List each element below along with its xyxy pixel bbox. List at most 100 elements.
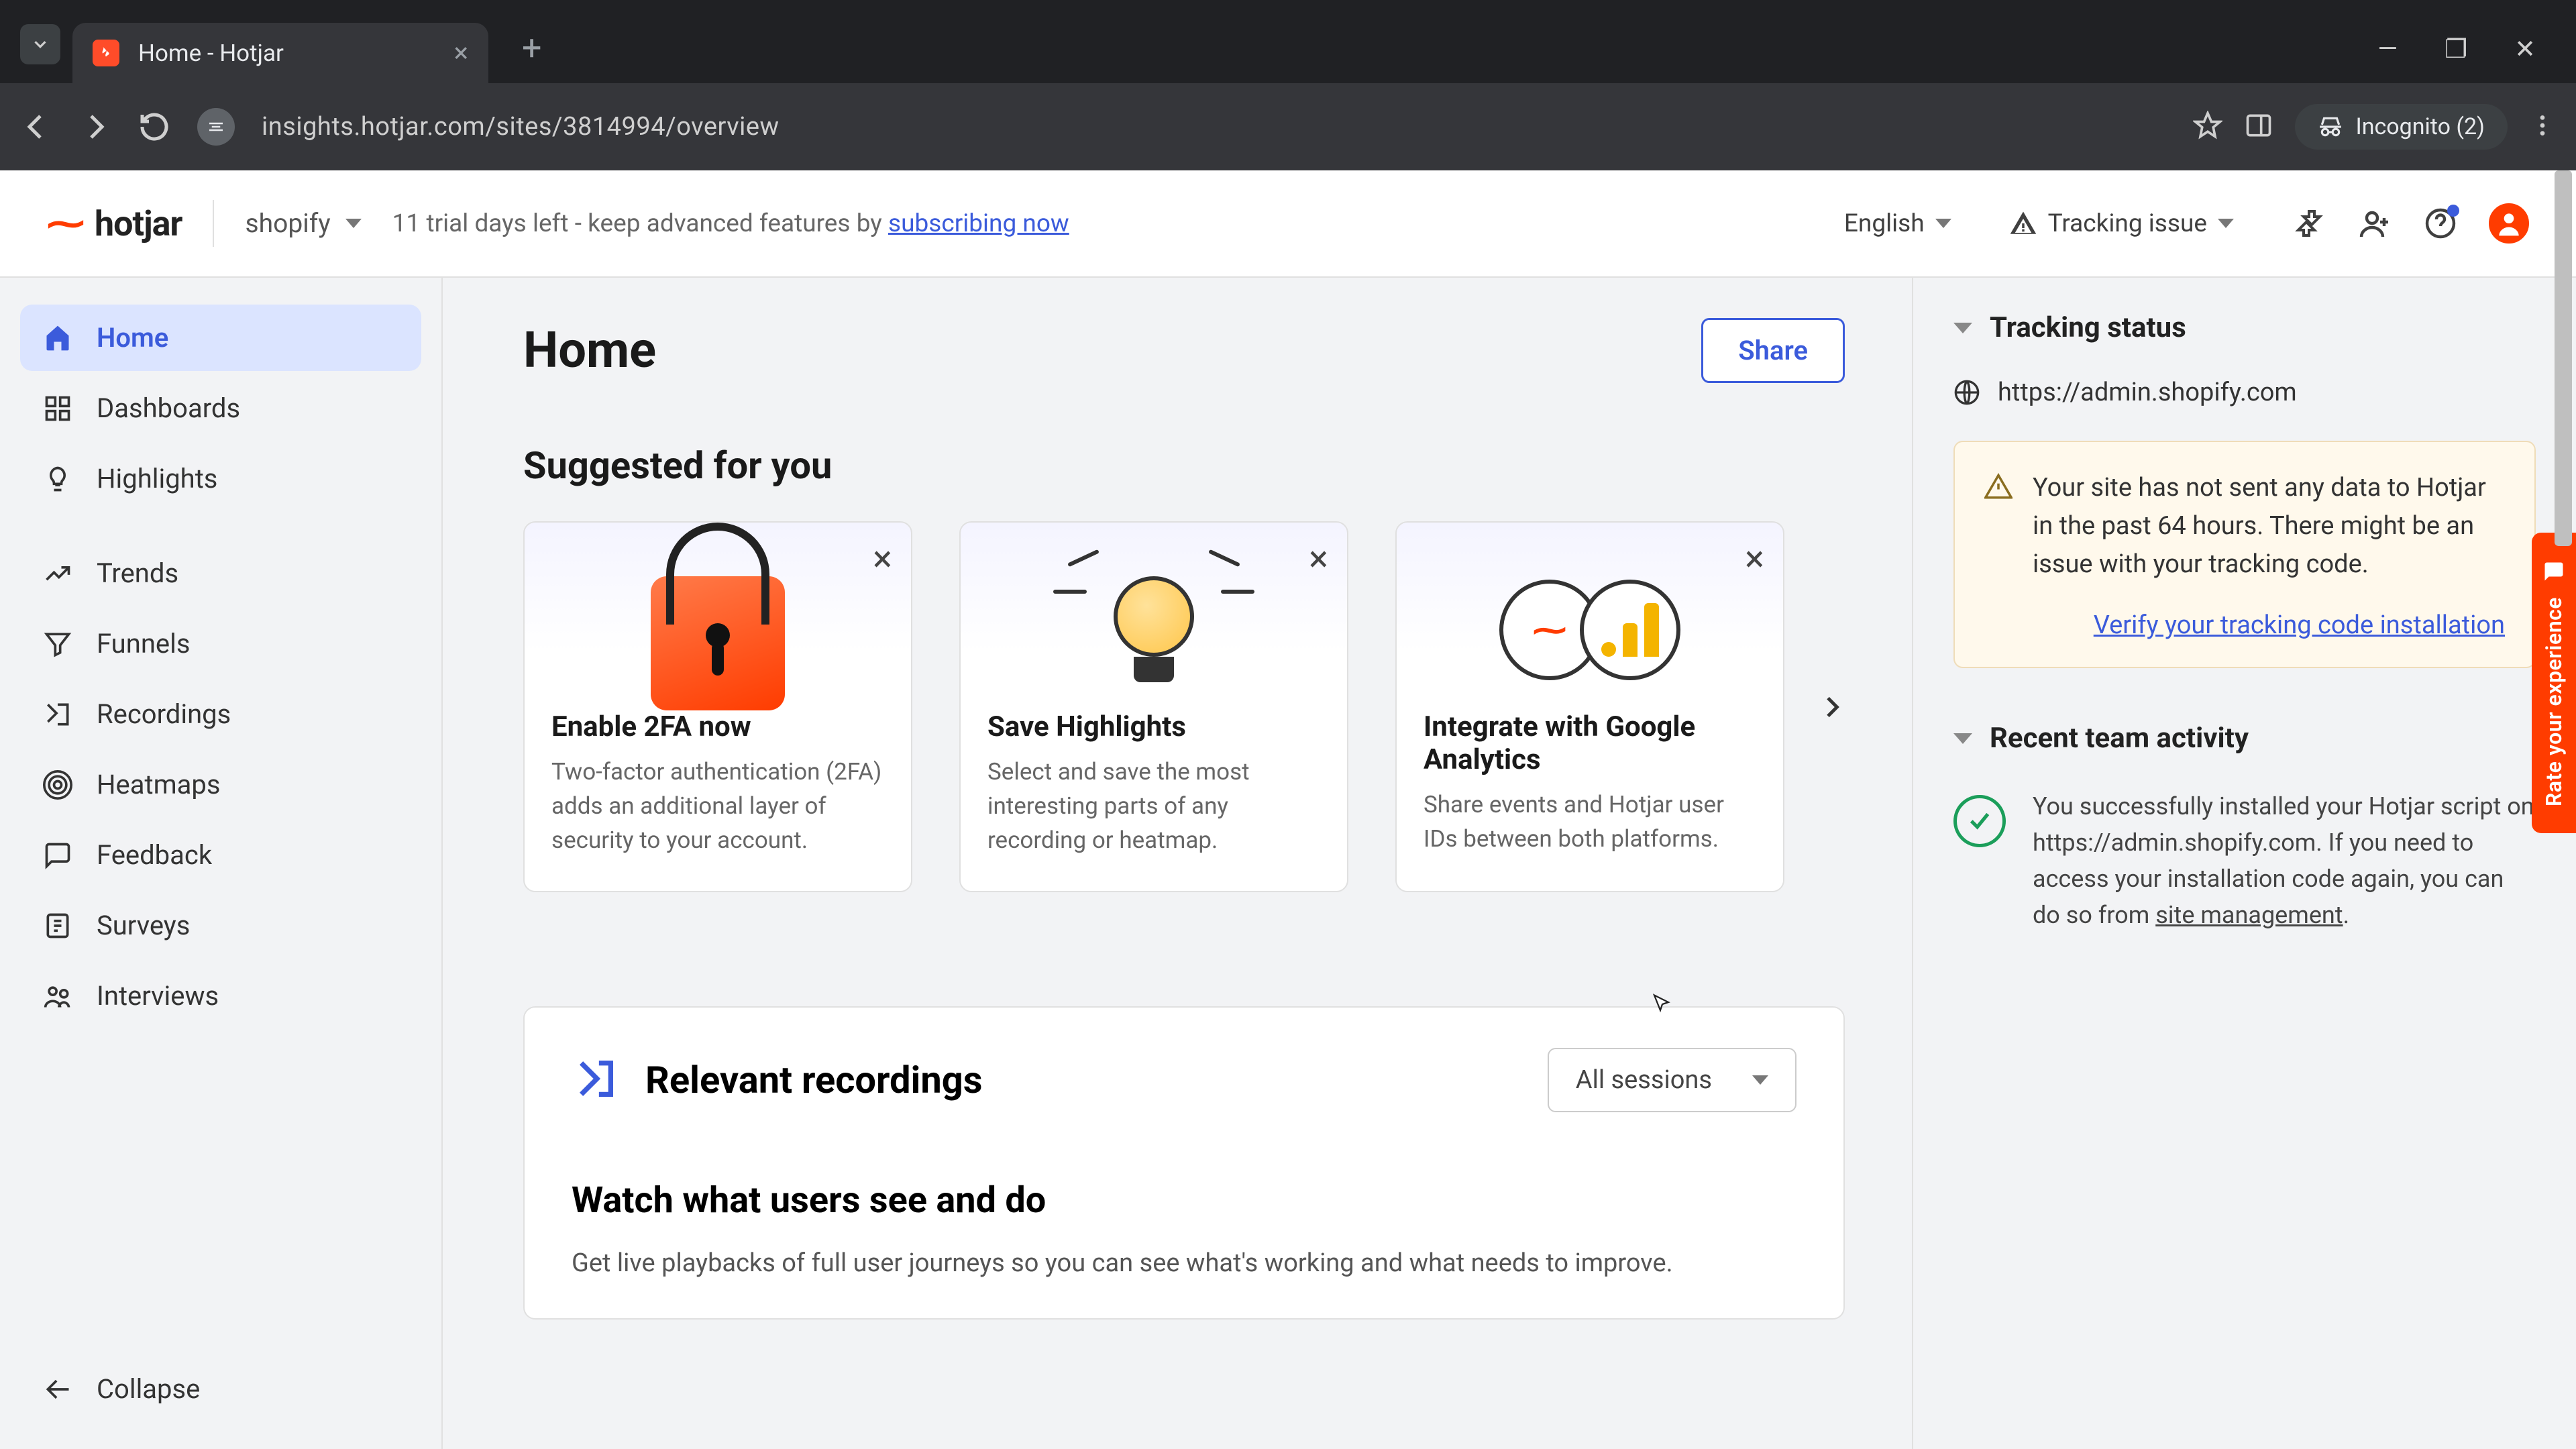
suggestion-card-ga[interactable]: × ⁓ Integrate with Google Analytics Shar… [1395,521,1784,892]
suggestion-card-highlights[interactable]: × Sav [959,521,1348,892]
side-panel-icon[interactable] [2244,111,2273,143]
dashboard-icon [43,394,72,423]
reload-button[interactable] [138,111,170,143]
app-header: ⁓ hotjar shopify 11 trial days left - ke… [0,170,2576,278]
close-icon[interactable]: × [1745,541,1764,578]
hotjar-flame-icon: ⁓ [47,201,84,246]
warning-triangle-icon [2009,209,2037,237]
sessions-selector[interactable]: All sessions [1548,1048,1796,1112]
site-url-text: https://admin.shopify.com [1998,378,2297,407]
funnel-icon [43,629,72,659]
incognito-indicator[interactable]: Incognito (2) [2295,104,2508,150]
heatmap-icon [43,770,72,800]
sidebar-label: Home [97,322,168,354]
interviews-icon [43,981,72,1011]
lock-illustration-icon [551,549,884,710]
sidebar-item-highlights[interactable]: Highlights [20,445,421,512]
collapse-sidebar-button[interactable]: Collapse [20,1356,421,1422]
sidebar-item-funnels[interactable]: Funnels [20,610,421,677]
caret-down-icon [1935,219,1951,228]
tracking-issue-label: Tracking issue [2048,209,2207,238]
tab-search-button[interactable] [20,24,60,64]
card-desc: Share events and Hotjar user IDs between… [1424,788,1756,857]
recent-activity-label: Recent team activity [1990,722,2249,755]
window-minimize-icon[interactable]: ― [2377,34,2398,64]
recordings-desc: Get live playbacks of full user journeys… [572,1248,1796,1278]
user-avatar[interactable] [2489,203,2529,244]
site-selector[interactable]: shopify [245,208,361,239]
sidebar-label: Trends [97,557,178,589]
site-selector-label: shopify [245,208,330,239]
hotjar-logo[interactable]: ⁓ hotjar [47,201,182,246]
browser-menu-icon[interactable] [2529,112,2556,142]
forward-button[interactable] [79,111,111,143]
new-tab-button[interactable]: + [522,28,542,68]
sidebar-label: Feedback [97,839,212,871]
close-icon[interactable]: × [873,541,892,578]
sidebar-item-interviews[interactable]: Interviews [20,963,421,1029]
lightbulb-icon [43,464,72,494]
sidebar-item-dashboards[interactable]: Dashboards [20,375,421,441]
suggestion-card-2fa[interactable]: × Enable 2FA now Two-factor authenticati… [523,521,912,892]
address-bar[interactable]: insights.hotjar.com/sites/3814994/overvi… [262,112,2166,142]
carousel-next-button[interactable] [1811,687,1851,727]
bookmark-star-icon[interactable] [2193,111,2222,143]
help-icon[interactable] [2423,206,2458,241]
surveys-icon [43,911,72,941]
right-panel: Tracking status https://admin.shopify.co… [1912,278,2576,1449]
card-title: Enable 2FA now [551,710,884,743]
language-selector[interactable]: English [1844,209,1951,238]
site-info-button[interactable] [197,108,235,146]
integrations-icon[interactable] [2292,206,2326,241]
tracking-issue-dropdown[interactable]: Tracking issue [2009,209,2234,238]
card-desc: Two-factor authentication (2FA) adds an … [551,755,884,857]
recordings-icon [43,700,72,729]
warning-text: Your site has not sent any data to Hotja… [2033,469,2505,584]
feedback-icon [43,841,72,870]
sidebar-item-trends[interactable]: Trends [20,540,421,606]
app-page: ⁓ hotjar shopify 11 trial days left - ke… [0,170,2576,1449]
share-button[interactable]: Share [1701,318,1845,383]
tab-title: Home - Hotjar [138,40,427,67]
main-content: Home Share Suggested for you × Enable 2F… [443,278,1912,1449]
sidebar-label: Dashboards [97,392,240,424]
recordings-title: Relevant recordings [645,1058,983,1102]
browser-tabstrip: Home - Hotjar × + ― ❐ ✕ [0,0,2576,83]
close-icon[interactable]: × [1309,541,1328,578]
back-button[interactable] [20,111,52,143]
sidebar-item-heatmaps[interactable]: Heatmaps [20,751,421,818]
logo-text: hotjar [95,203,182,244]
page-title: Home [523,321,656,380]
tracking-status-header[interactable]: Tracking status [1953,311,2536,344]
collapse-icon [43,1375,72,1404]
invite-user-icon[interactable] [2357,206,2392,241]
caret-down-icon [2218,219,2234,228]
check-circle-icon [1953,795,2006,847]
window-close-icon[interactable]: ✕ [2514,34,2536,64]
language-label: English [1844,209,1925,238]
recent-activity-header[interactable]: Recent team activity [1953,722,2536,755]
caret-down-icon [345,219,362,228]
sidebar-label: Highlights [97,463,217,494]
verify-tracking-link[interactable]: Verify your tracking code installation [1984,610,2505,640]
suggested-heading: Suggested for you [523,443,1845,488]
sidebar-item-recordings[interactable]: Recordings [20,681,421,747]
sidebar-item-feedback[interactable]: Feedback [20,822,421,888]
tracking-status-label: Tracking status [1990,311,2186,344]
collapse-label: Collapse [97,1373,200,1405]
window-maximize-icon[interactable]: ❐ [2445,34,2467,64]
browser-tab[interactable]: Home - Hotjar × [72,23,488,83]
sidebar-item-surveys[interactable]: Surveys [20,892,421,959]
tab-close-icon[interactable]: × [454,40,468,66]
sessions-selector-label: All sessions [1576,1065,1712,1095]
subscribe-link[interactable]: subscribing now [888,209,1069,238]
site-management-link[interactable]: site management [2155,901,2343,929]
scrollbar[interactable] [2555,170,2575,1449]
globe-icon [1953,379,1980,406]
suggestion-carousel: × Enable 2FA now Two-factor authenticati… [523,521,1845,892]
scrollbar-thumb[interactable] [2555,170,2572,546]
activity-text: You successfully installed your Hotjar s… [2033,788,2536,933]
lightbulb-illustration-icon [987,549,1320,710]
sidebar-item-home[interactable]: Home [20,305,421,371]
trial-message: 11 trial days left - keep advanced featu… [392,209,1069,238]
